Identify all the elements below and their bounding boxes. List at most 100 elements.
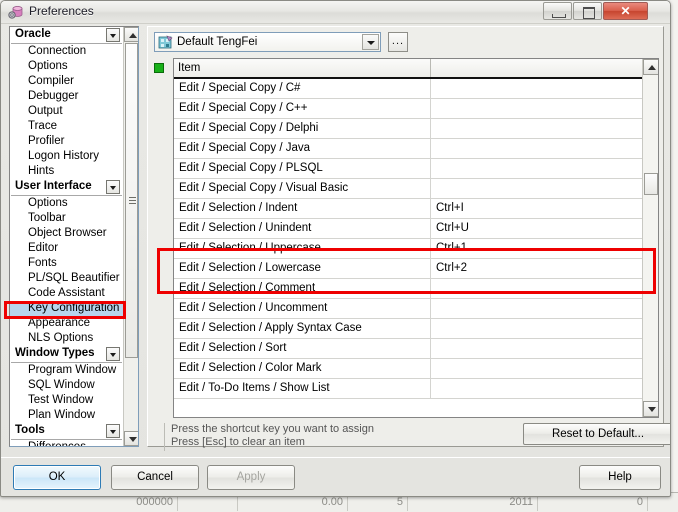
list-item[interactable]: Hints — [10, 164, 123, 179]
tree-item-sql-window[interactable]: SQL Window — [10, 378, 123, 393]
tree-item-connection[interactable]: Connection — [10, 44, 123, 59]
ok-button[interactable]: OK — [13, 465, 101, 490]
list-item[interactable]: Profiler — [10, 134, 123, 149]
tree-item-test-window[interactable]: Test Window — [10, 393, 123, 408]
cancel-button[interactable]: Cancel — [111, 465, 199, 490]
list-item[interactable]: Appearance — [10, 316, 123, 331]
chevron-down-icon[interactable] — [362, 34, 379, 50]
list-item[interactable]: Compiler — [10, 74, 123, 89]
tree-item-logon-history[interactable]: Logon History — [10, 149, 123, 164]
tree-item-debugger[interactable]: Debugger — [10, 89, 123, 104]
tree-item-hints[interactable]: Hints — [10, 164, 123, 179]
apply-button: Apply — [207, 465, 295, 490]
list-item[interactable]: Key Configuration — [10, 301, 123, 316]
table-row[interactable]: Edit / Special Copy / C++ — [174, 99, 644, 119]
tree-item-fonts[interactable]: Fonts — [10, 256, 123, 271]
table-row[interactable]: Edit / Special Copy / Visual Basic — [174, 179, 644, 199]
page-title: Preferences — [29, 4, 94, 18]
minimize-button[interactable] — [543, 2, 572, 20]
table-row[interactable]: Edit / Special Copy / C# — [174, 79, 644, 99]
chevron-down-icon[interactable] — [106, 424, 120, 438]
list-item[interactable]: SQL Window — [10, 378, 123, 393]
tree-item-options[interactable]: Options — [10, 59, 123, 74]
scroll-down-arrow-icon[interactable] — [643, 401, 658, 417]
list-item[interactable]: Object Browser — [10, 226, 123, 241]
table-row[interactable]: Edit / To-Do Items / Show List — [174, 379, 644, 399]
list-item[interactable]: Connection — [10, 44, 123, 59]
list-item[interactable]: PL/SQL Beautifier — [10, 271, 123, 286]
table-row[interactable]: Edit / Selection / Unindent Ctrl+U — [174, 219, 644, 239]
list-item[interactable]: NLS Options — [10, 331, 123, 346]
profile-more-button[interactable]: ... — [388, 32, 408, 52]
tree-group-user-interface[interactable]: User Interface — [11, 179, 122, 196]
table-scrollbar-thumb[interactable] — [644, 173, 658, 195]
cell-key — [431, 179, 644, 198]
profile-select[interactable]: Default TengFei — [154, 32, 381, 52]
table-row[interactable]: Edit / Selection / Lowercase Ctrl+2 — [174, 259, 644, 279]
list-item[interactable]: Plan Window — [10, 408, 123, 423]
tree-item-plsql-beautifier[interactable]: PL/SQL Beautifier — [10, 271, 123, 286]
table-row[interactable]: Edit / Special Copy / PLSQL — [174, 159, 644, 179]
table-row[interactable]: Edit / Special Copy / Delphi — [174, 119, 644, 139]
tree-scrollbar[interactable] — [123, 27, 138, 446]
tree-item-nls-options[interactable]: NLS Options — [10, 331, 123, 346]
table-row[interactable]: Edit / Selection / Uncomment — [174, 299, 644, 319]
tree-item-object-browser[interactable]: Object Browser — [10, 226, 123, 241]
table-row[interactable]: Edit / Selection / Sort — [174, 339, 644, 359]
tree-group-window-types[interactable]: Window Types — [11, 346, 122, 363]
column-header-item[interactable]: Item — [174, 59, 431, 77]
column-header-key[interactable] — [431, 59, 644, 77]
cell-key — [431, 139, 644, 158]
table-row[interactable]: Edit / Selection / Indent Ctrl+I — [174, 199, 644, 219]
tree-item-plan-window[interactable]: Plan Window — [10, 408, 123, 423]
cell-item: Edit / Selection / Unindent — [174, 219, 431, 238]
settings-tree[interactable]: Oracle Connection Options Compiler Debug… — [9, 26, 139, 447]
maximize-button[interactable] — [573, 2, 602, 20]
tree-item-output[interactable]: Output — [10, 104, 123, 119]
tree-item-toolbar[interactable]: Toolbar — [10, 211, 123, 226]
list-item[interactable]: Fonts — [10, 256, 123, 271]
scroll-down-arrow-icon[interactable] — [124, 431, 138, 446]
tree-item-key-configuration[interactable]: Key Configuration — [10, 301, 123, 316]
list-item[interactable]: Output — [10, 104, 123, 119]
tree-item-trace[interactable]: Trace — [10, 119, 123, 134]
list-item[interactable]: Toolbar — [10, 211, 123, 226]
scroll-up-arrow-icon[interactable] — [643, 59, 658, 75]
tree-item-ui-options[interactable]: Options — [10, 196, 123, 211]
list-item[interactable]: Options — [10, 196, 123, 211]
tree-group-tools[interactable]: Tools — [11, 423, 122, 440]
table-row[interactable]: Edit / Special Copy / Java — [174, 139, 644, 159]
table-row[interactable]: Edit / Selection / Comment — [174, 279, 644, 299]
help-button[interactable]: Help — [579, 465, 661, 490]
table-row[interactable]: Edit / Selection / Apply Syntax Case — [174, 319, 644, 339]
list-item[interactable]: Differences — [10, 440, 123, 446]
tree-item-code-assistant[interactable]: Code Assistant — [10, 286, 123, 301]
tree-item-differences[interactable]: Differences — [10, 440, 123, 446]
scroll-up-arrow-icon[interactable] — [124, 27, 138, 42]
list-item[interactable]: Test Window — [10, 393, 123, 408]
list-item[interactable]: Editor — [10, 241, 123, 256]
tree-item-editor[interactable]: Editor — [10, 241, 123, 256]
tree-item-profiler[interactable]: Profiler — [10, 134, 123, 149]
list-item[interactable]: Options — [10, 59, 123, 74]
table-row[interactable]: Edit / Selection / Color Mark — [174, 359, 644, 379]
close-button[interactable]: ✕ — [603, 2, 648, 20]
tree-group-oracle[interactable]: Oracle — [11, 27, 122, 44]
chevron-down-icon[interactable] — [106, 347, 120, 361]
reset-to-default-button[interactable]: Reset to Default... — [523, 423, 670, 445]
shortcut-table[interactable]: Item Edit / Special Copy / C# Edit / Spe… — [173, 58, 659, 418]
list-item[interactable]: Trace — [10, 119, 123, 134]
list-item[interactable]: Program Window — [10, 363, 123, 378]
list-item[interactable]: Logon History — [10, 149, 123, 164]
tree-item-compiler[interactable]: Compiler — [10, 74, 123, 89]
grip-icon — [129, 196, 136, 205]
list-item[interactable]: Code Assistant — [10, 286, 123, 301]
tree-item-appearance[interactable]: Appearance — [10, 316, 123, 331]
table-row[interactable]: Edit / Selection / Uppercase Ctrl+1 — [174, 239, 644, 259]
tree-scrollbar-thumb[interactable] — [125, 43, 138, 358]
table-scrollbar[interactable] — [642, 59, 658, 417]
chevron-down-icon[interactable] — [106, 28, 120, 42]
chevron-down-icon[interactable] — [106, 180, 120, 194]
tree-item-program-window[interactable]: Program Window — [10, 363, 123, 378]
list-item[interactable]: Debugger — [10, 89, 123, 104]
